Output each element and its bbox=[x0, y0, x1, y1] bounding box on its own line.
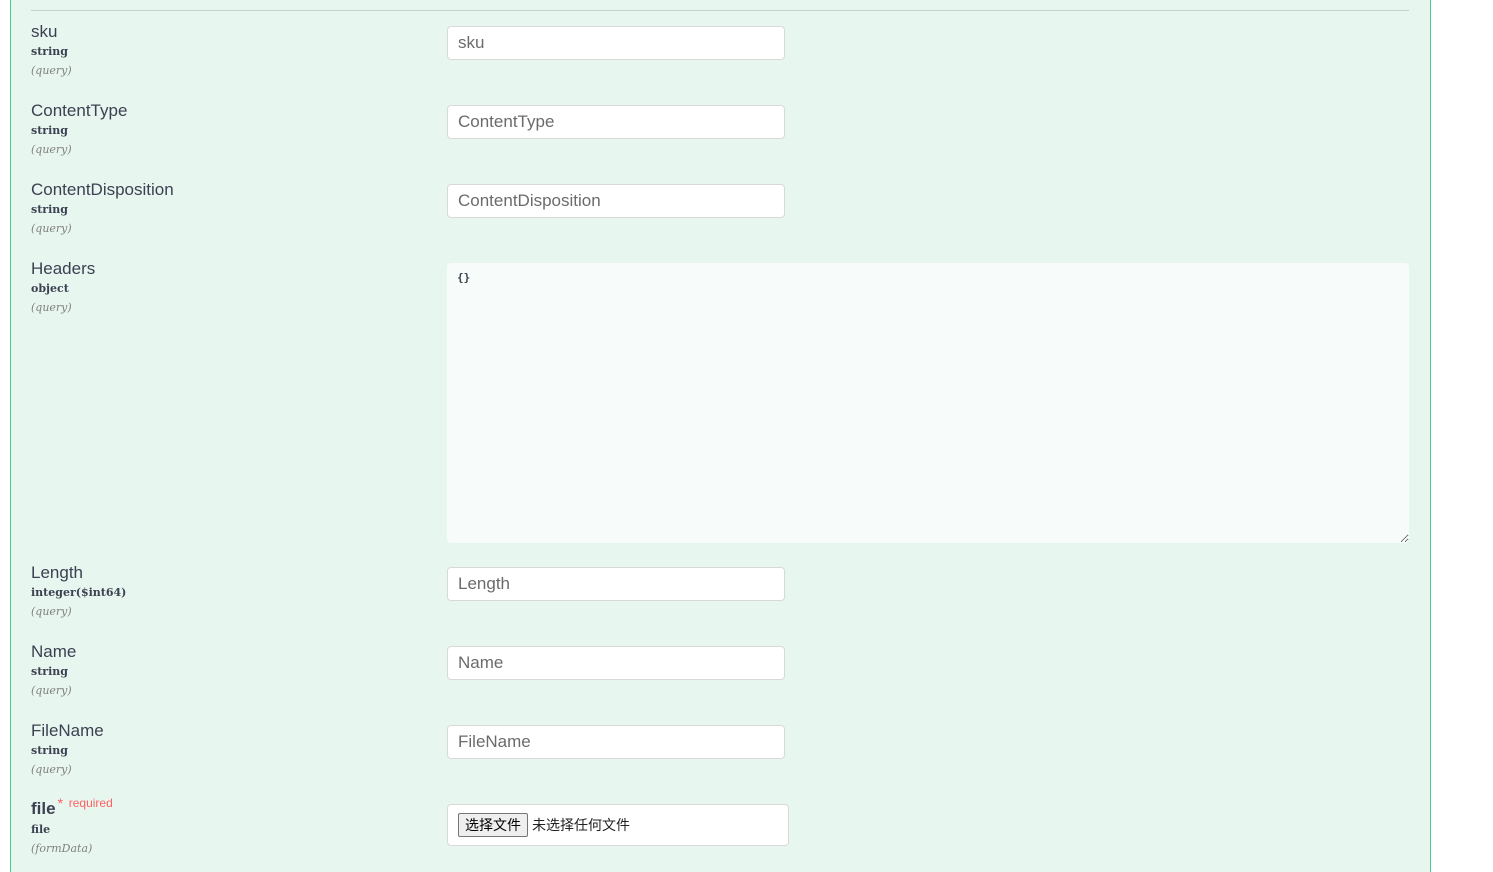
param-location: (query) bbox=[31, 684, 72, 697]
param-length: Length integer($int64) (query) bbox=[31, 563, 126, 621]
sku-input[interactable] bbox=[447, 26, 785, 60]
param-type: integer($int64) bbox=[31, 586, 127, 599]
filename-input[interactable] bbox=[447, 725, 785, 759]
param-type: string bbox=[31, 124, 68, 137]
param-location: (query) bbox=[31, 222, 72, 235]
length-input[interactable] bbox=[447, 567, 785, 601]
param-name-row: file * required bbox=[31, 795, 113, 820]
file-status: 未选择任何文件 bbox=[532, 818, 630, 834]
param-sku: sku string (query) bbox=[31, 22, 72, 80]
param-name: file bbox=[31, 799, 56, 818]
param-location: (query) bbox=[31, 763, 72, 776]
contenttype-input[interactable] bbox=[447, 105, 785, 139]
headers-textarea[interactable]: {} bbox=[447, 263, 1409, 543]
param-name: FileName bbox=[31, 721, 104, 740]
param-location: (query) bbox=[31, 301, 72, 314]
param-type: string bbox=[31, 744, 68, 757]
divider bbox=[31, 10, 1409, 11]
name-input[interactable] bbox=[447, 646, 785, 680]
operation-panel: sku string (query) ContentType string (q… bbox=[10, 0, 1431, 872]
param-type: object bbox=[31, 282, 69, 295]
param-type: string bbox=[31, 203, 68, 216]
param-name: ContentType bbox=[31, 101, 128, 120]
choose-file-button[interactable]: 选择文件 bbox=[458, 813, 528, 837]
param-name: Name bbox=[31, 642, 77, 661]
param-name: sku bbox=[31, 22, 58, 41]
param-type: string bbox=[31, 665, 68, 678]
required-label: required bbox=[68, 796, 113, 810]
param-headers: Headers object (query) bbox=[31, 259, 95, 317]
required-star: * bbox=[57, 795, 64, 811]
param-name: Headers bbox=[31, 259, 96, 278]
param-contentdisposition: ContentDisposition string (query) bbox=[31, 180, 174, 238]
param-name-field: Name string (query) bbox=[31, 642, 76, 700]
param-location: (query) bbox=[31, 64, 72, 77]
param-contenttype: ContentType string (query) bbox=[31, 101, 127, 159]
file-input[interactable]: 选择文件 未选择任何文件 bbox=[447, 804, 789, 846]
param-type: string bbox=[31, 45, 68, 58]
param-location: (query) bbox=[31, 605, 72, 618]
param-filename: FileName string (query) bbox=[31, 721, 104, 779]
param-location: (query) bbox=[31, 143, 72, 156]
param-file: file * required file (formData) bbox=[31, 795, 113, 858]
param-type: file bbox=[31, 823, 51, 836]
param-name: ContentDisposition bbox=[31, 180, 174, 199]
param-name: Length bbox=[31, 563, 83, 582]
param-location: (formData) bbox=[31, 842, 93, 855]
contentdisposition-input[interactable] bbox=[447, 184, 785, 218]
